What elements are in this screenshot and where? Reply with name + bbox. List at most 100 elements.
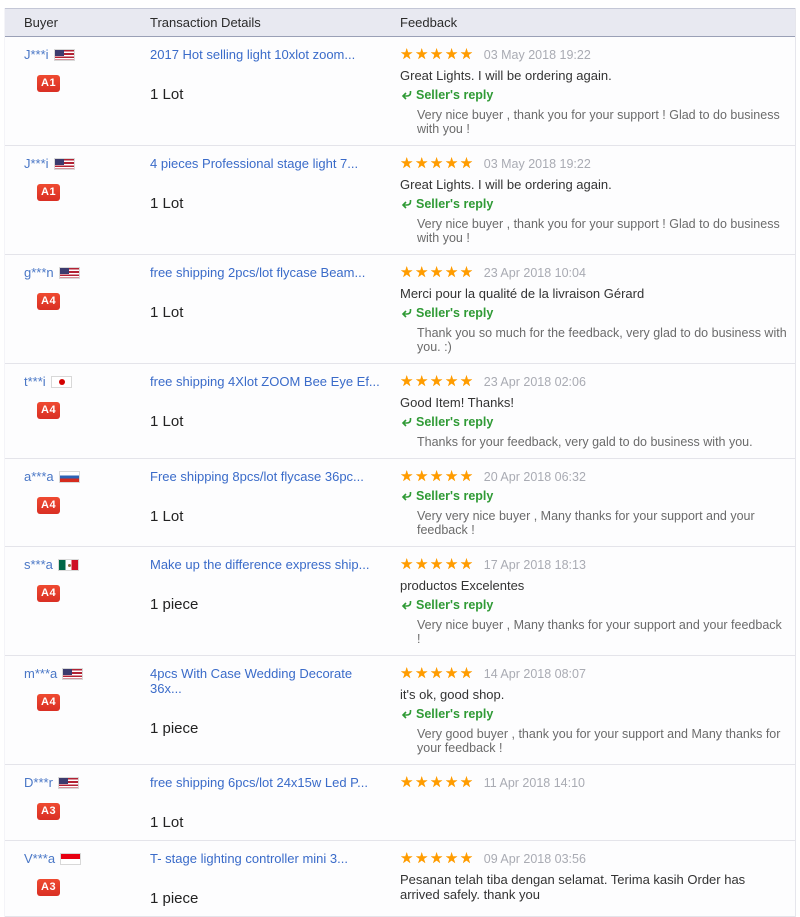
product-link[interactable]: Free shipping 8pcs/lot flycase 36pc... (150, 469, 386, 484)
table-row: s***a A4 Make up the difference express … (5, 547, 795, 656)
reply-arrow-icon (400, 490, 412, 502)
feedback-comment: Good Item! Thanks! (400, 395, 514, 410)
feedback-cell: ★★★★★ 17 Apr 2018 18:13 productos Excele… (400, 557, 795, 646)
feedback-date: 03 May 2018 19:22 (483, 156, 591, 171)
buyer-name[interactable]: J***i (24, 156, 49, 171)
feedback-cell: ★★★★★ 20 Apr 2018 06:32 Seller's reply V… (400, 469, 795, 537)
buyer-name[interactable]: J***i (24, 47, 49, 62)
buyer-cell: D***r A3 (5, 775, 150, 831)
flag-us-icon (53, 48, 75, 61)
flag-ru-icon (58, 470, 80, 483)
feedback-date: 20 Apr 2018 06:32 (483, 469, 586, 484)
buyer-name[interactable]: g***n (24, 265, 54, 280)
seller-reply-label: Seller's reply (416, 489, 494, 503)
feedback-cell: ★★★★★ 23 Apr 2018 02:06 Good Item! Thank… (400, 374, 795, 449)
feedback-table: Buyer Transaction Details Feedback J***i… (4, 8, 796, 917)
quantity: 1 piece (150, 720, 199, 737)
product-link[interactable]: 4 pieces Professional stage light 7... (150, 156, 386, 171)
product-link[interactable]: free shipping 2pcs/lot flycase Beam... (150, 265, 386, 280)
transaction-cell: Free shipping 8pcs/lot flycase 36pc... 1… (150, 469, 400, 537)
seller-reply-text: Thank you so much for the feedback, very… (417, 326, 787, 354)
feedback-date: 14 Apr 2018 08:07 (483, 666, 586, 681)
buyer-name[interactable]: a***a (24, 469, 54, 484)
transaction-cell: 4 pieces Professional stage light 7... 1… (150, 156, 400, 245)
feedback-cell: ★★★★★ 23 Apr 2018 10:04 Merci pour la qu… (400, 265, 795, 354)
table-row: t***i A4 free shipping 4Xlot ZOOM Bee Ey… (5, 364, 795, 459)
flag-us-icon (58, 266, 80, 279)
feedback-cell: ★★★★★ 03 May 2018 19:22 Great Lights. I … (400, 47, 795, 136)
buyer-cell: g***n A4 (5, 265, 150, 354)
column-header-buyer: Buyer (24, 15, 58, 30)
star-rating-icon: ★★★★★ (400, 850, 475, 867)
buyer-name[interactable]: m***a (24, 666, 57, 681)
buyer-level-badge: A1 (37, 184, 61, 201)
feedback-comment: it's ok, good shop. (400, 687, 505, 702)
table-header: Buyer Transaction Details Feedback (5, 8, 795, 37)
product-link[interactable]: free shipping 6pcs/lot 24x15w Led P... (150, 775, 386, 790)
reply-arrow-icon (400, 416, 412, 428)
product-link[interactable]: T- stage lighting controller mini 3... (150, 851, 386, 866)
flag-mx-icon (57, 558, 79, 571)
quantity: 1 Lot (150, 814, 184, 831)
buyer-cell: J***i A1 (5, 47, 150, 136)
transaction-cell: Make up the difference express ship... 1… (150, 557, 400, 646)
seller-reply-label: Seller's reply (416, 88, 494, 102)
table-row: m***a A4 4pcs With Case Wedding Decorate… (5, 656, 795, 765)
table-row: a***a A4 Free shipping 8pcs/lot flycase … (5, 459, 795, 547)
feedback-date: 23 Apr 2018 02:06 (483, 374, 586, 389)
seller-reply-block: Seller's reply Very good buyer , thank y… (400, 707, 787, 755)
star-rating-icon: ★★★★★ (400, 264, 475, 281)
star-rating-icon: ★★★★★ (400, 373, 475, 390)
seller-reply-label: Seller's reply (416, 598, 494, 612)
seller-reply-block: Seller's reply Thank you so much for the… (400, 306, 787, 354)
buyer-level-badge: A4 (37, 497, 61, 514)
buyer-name[interactable]: s***a (24, 557, 53, 572)
feedback-date: 11 Apr 2018 14:10 (483, 775, 585, 790)
column-header-transaction-details: Transaction Details (150, 15, 261, 30)
feedback-date: 03 May 2018 19:22 (483, 47, 591, 62)
reply-arrow-icon (400, 89, 412, 101)
table-row: g***n A4 free shipping 2pcs/lot flycase … (5, 255, 795, 364)
buyer-name[interactable]: D***r (24, 775, 53, 790)
buyer-level-badge: A4 (37, 694, 61, 711)
seller-reply-label: Seller's reply (416, 197, 494, 211)
buyer-name[interactable]: V***a (24, 851, 55, 866)
buyer-level-badge: A4 (37, 402, 61, 419)
buyer-cell: a***a A4 (5, 469, 150, 537)
seller-reply-block: Seller's reply Very nice buyer , Many th… (400, 598, 787, 646)
product-link[interactable]: free shipping 4Xlot ZOOM Bee Eye Ef... (150, 374, 386, 389)
reply-arrow-icon (400, 307, 412, 319)
feedback-comment: Great Lights. I will be ordering again. (400, 177, 612, 192)
buyer-level-badge: A1 (37, 75, 61, 92)
product-link[interactable]: 2017 Hot selling light 10xlot zoom... (150, 47, 386, 62)
table-row: V***a A3 T- stage lighting controller mi… (5, 841, 795, 917)
flag-us-icon (53, 157, 75, 170)
transaction-cell: 4pcs With Case Wedding Decorate 36x... 1… (150, 666, 400, 755)
buyer-cell: s***a A4 (5, 557, 150, 646)
product-link[interactable]: Make up the difference express ship... (150, 557, 386, 572)
quantity: 1 piece (150, 890, 199, 907)
feedback-date: 17 Apr 2018 18:13 (483, 557, 586, 572)
star-rating-icon: ★★★★★ (400, 665, 475, 682)
reply-arrow-icon (400, 198, 412, 210)
table-body: J***i A1 2017 Hot selling light 10xlot z… (5, 37, 795, 917)
quantity: 1 piece (150, 596, 199, 613)
buyer-level-badge: A4 (37, 585, 61, 602)
table-row: J***i A1 2017 Hot selling light 10xlot z… (5, 37, 795, 146)
transaction-cell: free shipping 2pcs/lot flycase Beam... 1… (150, 265, 400, 354)
feedback-comment: productos Excelentes (400, 578, 525, 593)
quantity: 1 Lot (150, 508, 184, 525)
feedback-cell: ★★★★★ 11 Apr 2018 14:10 Seller's reply (400, 775, 795, 831)
product-link[interactable]: 4pcs With Case Wedding Decorate 36x... (150, 666, 386, 696)
seller-reply-text: Very nice buyer , thank you for your sup… (417, 108, 780, 136)
reply-arrow-icon (400, 708, 412, 720)
buyer-cell: J***i A1 (5, 156, 150, 245)
star-rating-icon: ★★★★★ (400, 556, 475, 573)
seller-reply-text: Very nice buyer , Many thanks for your s… (417, 618, 782, 646)
feedback-comment: Merci pour la qualité de la livraison Gé… (400, 286, 645, 301)
transaction-cell: free shipping 4Xlot ZOOM Bee Eye Ef... 1… (150, 374, 400, 449)
column-header-feedback: Feedback (400, 15, 458, 30)
buyer-level-badge: A3 (37, 879, 61, 896)
star-rating-icon: ★★★★★ (400, 155, 475, 172)
buyer-name[interactable]: t***i (24, 374, 46, 389)
